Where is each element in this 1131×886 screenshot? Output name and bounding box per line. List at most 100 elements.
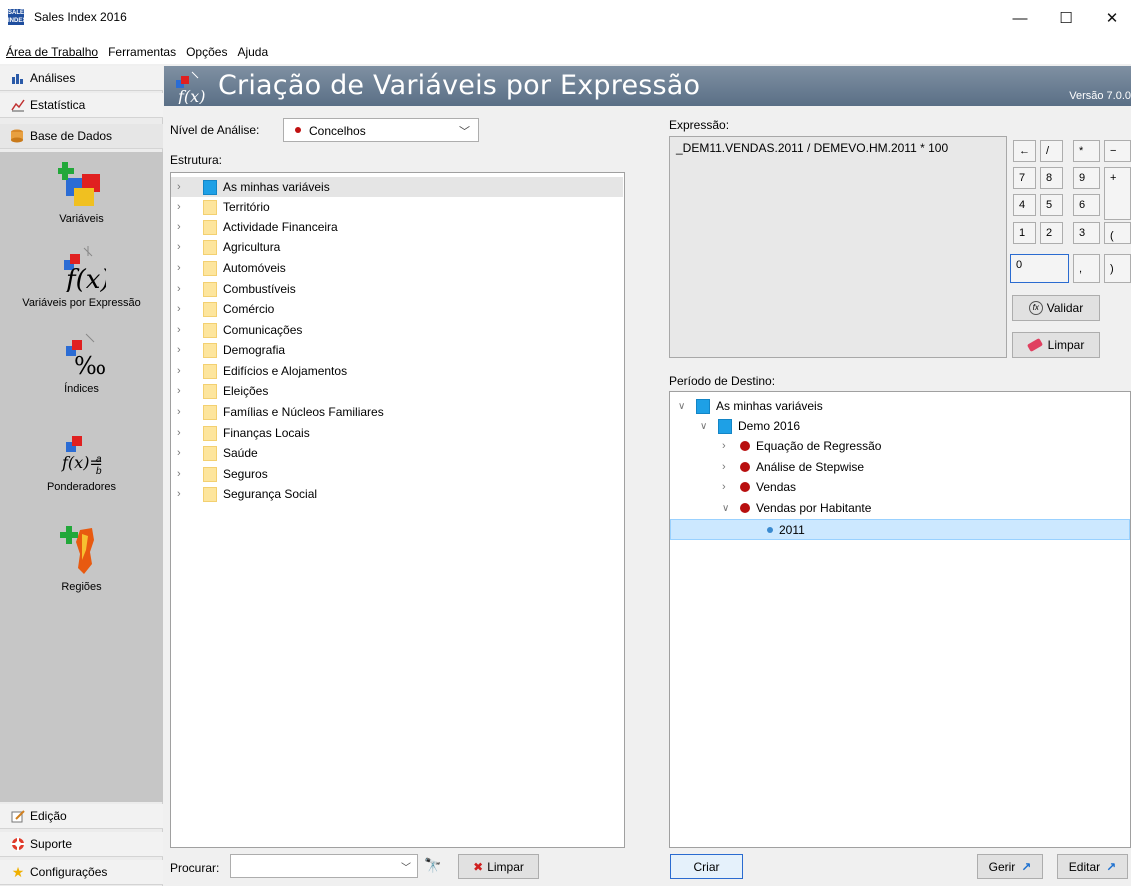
tree-row[interactable]: › Automóveis [171, 258, 624, 278]
key-9[interactable]: 9 [1073, 167, 1100, 189]
nav-tab-label: Suporte [30, 837, 73, 851]
nav-tab-suporte[interactable]: Suporte [0, 832, 163, 857]
tree-row-selected[interactable]: 2011 [670, 519, 1130, 540]
key-divide[interactable]: / [1040, 140, 1063, 162]
search-combobox[interactable]: ﹀ [230, 854, 418, 878]
key-4[interactable]: 4 [1013, 194, 1036, 216]
function-icon: fx [1028, 301, 1043, 315]
tree-row[interactable]: › Saúde [171, 443, 624, 463]
key-right-paren[interactable]: ) [1104, 254, 1131, 283]
tree-row[interactable]: › Território [171, 197, 624, 217]
expression-text: _DEM11.VENDAS.2011 / DEMEVO.HM.2011 * 10… [676, 141, 949, 155]
red-dot-icon [295, 127, 301, 133]
menu-ferramentas[interactable]: Ferramentas [108, 45, 176, 59]
limpar-search-button[interactable]: ✖ Limpar [458, 854, 539, 879]
folder-icon [203, 260, 217, 276]
tree-row[interactable]: › Segurança Social [171, 484, 624, 504]
key-0[interactable]: 0 [1010, 254, 1069, 283]
chevron-right-icon: › [177, 221, 181, 233]
folder-icon [203, 219, 217, 235]
tree-row[interactable]: › Comunicações [171, 320, 624, 340]
tree-row[interactable]: ∨ As minhas variáveis [670, 396, 1130, 416]
key-left-paren[interactable]: ( [1104, 222, 1131, 244]
button-label: Limpar [487, 859, 524, 874]
tree-row[interactable]: › Seguros [171, 464, 624, 484]
menu-bar: Área de Trabalho Ferramentas Opções Ajud… [0, 40, 1131, 64]
limpar-expression-button[interactable]: Limpar [1012, 332, 1100, 358]
nivel-select-value: Concelhos [309, 124, 366, 138]
tree-row[interactable]: › Comércio [171, 299, 624, 319]
tree-row-label: Comércio [223, 302, 275, 316]
key-backspace[interactable]: ← [1013, 140, 1036, 162]
folder-icon [203, 301, 217, 317]
minimize-button[interactable]: — [997, 0, 1043, 36]
destination-tree[interactable]: ∨ As minhas variáveis ∨ Demo 2016 › Equa… [669, 391, 1131, 848]
key-7[interactable]: 7 [1013, 167, 1036, 189]
tree-row[interactable]: › Equação de Regressão [670, 436, 1130, 456]
tree-row[interactable]: ∨ Demo 2016 [670, 416, 1130, 436]
menu-area-trabalho[interactable]: Área de Trabalho [6, 45, 98, 59]
binoculars-icon[interactable]: 🔭 [424, 857, 441, 874]
menu-opcoes[interactable]: Opções [186, 45, 227, 59]
chevron-right-icon: › [177, 344, 181, 356]
svg-text:b: b [96, 466, 102, 476]
validar-button[interactable]: fx Validar [1012, 295, 1100, 321]
nav-tab-label: Estatística [30, 98, 86, 112]
nav-tab-analises[interactable]: Análises [0, 66, 163, 91]
chevron-right-icon: › [177, 181, 181, 193]
expression-textarea[interactable]: _DEM11.VENDAS.2011 / DEMEVO.HM.2011 * 10… [669, 136, 1007, 358]
tree-row-label: Demografia [223, 343, 286, 357]
key-6[interactable]: 6 [1073, 194, 1100, 216]
tree-row[interactable]: › As minhas variáveis [171, 177, 623, 197]
nav-item-ponderadores[interactable]: f(x)= a b Ponderadores [0, 428, 163, 493]
svg-text:‰: ‰ [74, 352, 106, 378]
tree-row[interactable]: › Eleições [171, 381, 624, 401]
key-minus[interactable]: − [1104, 140, 1131, 162]
key-comma[interactable]: , [1073, 254, 1100, 283]
tree-row[interactable]: › Famílias e Núcleos Familiares [171, 402, 624, 422]
tree-row[interactable]: › Análise de Stepwise [670, 457, 1130, 477]
key-1[interactable]: 1 [1013, 222, 1036, 244]
folder-icon [203, 383, 217, 399]
maximize-button[interactable]: ☐ [1043, 0, 1089, 36]
tree-row[interactable]: › Combustíveis [171, 279, 624, 299]
tree-row[interactable]: › Agricultura [171, 237, 624, 257]
menu-ajuda[interactable]: Ajuda [237, 45, 268, 59]
key-8[interactable]: 8 [1040, 167, 1063, 189]
nav-tab-base-dados[interactable]: Base de Dados [0, 124, 163, 149]
nav-tab-edicao[interactable]: Edição [0, 804, 163, 829]
editar-button[interactable]: Editar ↗ [1057, 854, 1128, 879]
folder-icon [203, 199, 217, 215]
tree-row[interactable]: › Actividade Financeira [171, 217, 624, 237]
tree-row[interactable]: › Finanças Locais [171, 423, 624, 443]
gerir-button[interactable]: Gerir ↗ [977, 854, 1043, 879]
close-button[interactable]: ✕ [1089, 0, 1131, 36]
nav-item-regioes[interactable]: Regiões [0, 524, 163, 593]
nivel-select[interactable]: Concelhos ﹀ [283, 118, 479, 142]
tree-row[interactable]: › Demografia [171, 340, 624, 360]
key-5[interactable]: 5 [1040, 194, 1063, 216]
tree-row[interactable]: ∨ Vendas por Habitante [670, 498, 1130, 518]
bookmark-icon [203, 179, 217, 195]
tree-row[interactable]: › Edifícios e Alojamentos [171, 361, 624, 381]
tree-row-label: Equação de Regressão [756, 439, 882, 453]
nav-tab-configuracoes[interactable]: ★ Configurações [0, 860, 163, 885]
tree-row-label: Seguros [223, 467, 268, 481]
nav-item-indices[interactable]: ‰ Índices [0, 330, 163, 395]
key-plus[interactable]: + [1104, 167, 1131, 220]
chevron-right-icon: › [177, 201, 181, 213]
tree-row-label: Comunicações [223, 323, 303, 337]
button-label: Editar [1068, 859, 1101, 874]
criar-button[interactable]: Criar [670, 854, 743, 879]
nav-item-variaveis[interactable]: Variáveis [0, 160, 163, 225]
version-label: Versão 7.0.0 [1069, 90, 1131, 102]
nav-item-variaveis-expressao[interactable]: f(x) Variáveis por Expressão [0, 244, 163, 309]
key-multiply[interactable]: * [1073, 140, 1100, 162]
key-3[interactable]: 3 [1073, 222, 1100, 244]
key-2[interactable]: 2 [1040, 222, 1063, 244]
chevron-right-icon: › [722, 461, 726, 473]
structure-tree[interactable]: › As minhas variáveis › Território › Activi… [170, 172, 625, 848]
tree-row[interactable]: › Vendas [670, 477, 1130, 497]
nav-tab-estatistica[interactable]: Estatística [0, 93, 163, 118]
estrutura-label: Estrutura: [170, 153, 223, 167]
